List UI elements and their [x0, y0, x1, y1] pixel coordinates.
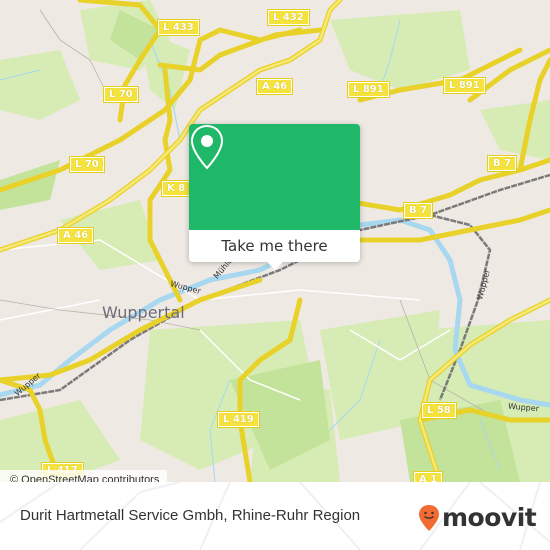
road-label-l70: L 70 — [69, 156, 105, 173]
road-label-l891: L 891 — [443, 77, 486, 94]
road-label-a1: A 1 — [412, 471, 444, 482]
moovit-face-pin-icon — [419, 505, 439, 531]
moovit-wordmark: moovit — [442, 503, 537, 532]
place-title: Durit Hartmetall Service Gmbh, Rhine-Ruh… — [20, 507, 361, 524]
popup-pointer — [265, 260, 285, 270]
location-pin-icon — [190, 124, 224, 170]
city-label-wuppertal: Wuppertal — [102, 303, 185, 322]
road-label-l419: L 419 — [217, 411, 260, 428]
road-label-b7: B 7 — [402, 202, 434, 219]
footer: Durit Hartmetall Service Gmbh, Rhine-Ruh… — [0, 482, 550, 550]
road-label-l58: L 58 — [421, 402, 457, 419]
road-label-l70: L 70 — [103, 86, 139, 103]
road-label-b7: B 7 — [486, 155, 518, 172]
road-label-l432: L 432 — [267, 9, 310, 26]
road-label-a46: A 46 — [56, 227, 95, 244]
moovit-logo[interactable]: moovit — [418, 503, 537, 532]
popup-header[interactable] — [189, 124, 360, 230]
map[interactable]: L 433 L 432 L 70 L 70 A 46 A 46 L 891 L … — [0, 0, 550, 482]
take-me-there-button[interactable]: Take me there — [189, 230, 360, 262]
road-label-k8: K 8 — [160, 180, 192, 197]
location-popup[interactable]: Take me there — [189, 124, 360, 270]
map-attribution[interactable]: © OpenStreetMap contributors — [0, 470, 168, 482]
road-label-a46: A 46 — [255, 78, 294, 95]
road-label-l433: L 433 — [157, 19, 200, 36]
road-label-l891: L 891 — [347, 81, 390, 98]
